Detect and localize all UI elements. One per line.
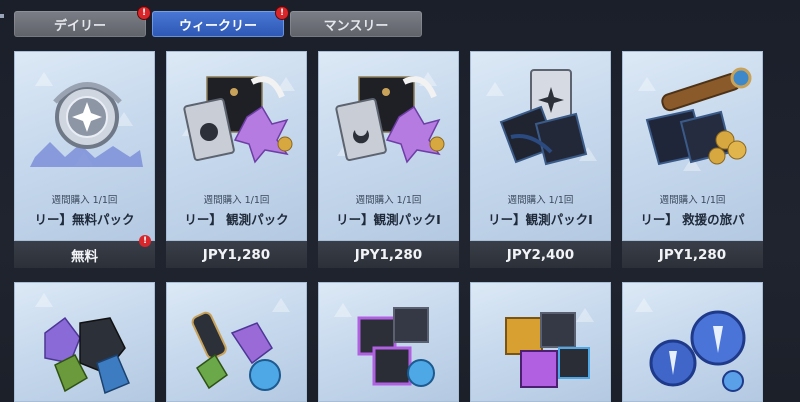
tab-weekly[interactable]: ウィークリー ! <box>152 7 288 37</box>
tab-weekly-label: ウィークリー <box>178 18 257 34</box>
gold-cube-crates-icon <box>505 312 590 388</box>
purchase-limit: 週間購入 1/1回 <box>659 195 726 206</box>
purchase-limit: 週間購入 1/1回 <box>507 195 574 206</box>
tab-monthly[interactable]: マンスリー <box>290 11 422 37</box>
pack-card-panel[interactable] <box>470 282 611 402</box>
pack-card[interactable] <box>14 282 155 402</box>
price-label: JPY2,400 <box>506 246 575 263</box>
pack-name: リー】観測パックI <box>336 212 441 227</box>
envelope-tickets-crystals-icon <box>183 76 293 164</box>
pack-card-panel[interactable] <box>318 282 459 402</box>
price-button[interactable]: JPY1,280 <box>318 241 459 268</box>
tab-weekly-alert-badge: ! <box>276 7 288 19</box>
pack-name: リー】 観測パック <box>184 212 289 227</box>
pack-card[interactable]: 週間購入 1/1回 リー】観測パックI JPY2,400 <box>470 51 611 268</box>
green-crystal-ore-icon <box>44 316 130 395</box>
pack-card[interactable]: 週間購入 1/1回 リー】 観測パック JPY1,280 <box>166 51 307 268</box>
tab-monthly-label: マンスリー <box>323 18 389 34</box>
price-button[interactable]: JPY1,280 <box>166 241 307 268</box>
pack-card-panel[interactable]: 週間購入 1/1回 リー】 観測パック <box>166 51 307 241</box>
envelope-tickets-crystals-icon <box>335 76 445 164</box>
pack-card[interactable] <box>622 282 763 402</box>
pack-card-panel[interactable]: 週間購入 1/1回 リー】無料パック <box>14 51 155 241</box>
pack-card-panel[interactable]: 週間購入 1/1回 リー】 救援の旅パ <box>622 51 763 241</box>
purchase-limit: 週間購入 1/1回 <box>51 195 118 206</box>
telescope-coins-icon <box>645 67 752 166</box>
pack-card[interactable] <box>166 282 307 402</box>
price-label: 無料 <box>71 248 98 265</box>
pack-card[interactable]: 週間購入 1/1回 リー】無料パック 無料 ! <box>14 51 155 268</box>
pack-name: リー】観測パックI <box>488 212 593 227</box>
tab-daily-label: デイリー <box>53 18 106 34</box>
tab-daily[interactable]: デイリー ! <box>14 7 150 37</box>
pack-card[interactable] <box>318 282 459 402</box>
tab-daily-alert-badge: ! <box>138 7 150 19</box>
price-button[interactable]: 無料 ! <box>14 235 155 268</box>
purchase-limit: 週間購入 1/1回 <box>355 195 422 206</box>
price-label: JPY1,280 <box>658 246 727 263</box>
pack-name: リー】無料パック <box>34 212 135 227</box>
blue-crystal-tokens-icon <box>649 310 746 392</box>
purple-cube-crates-icon <box>357 307 435 387</box>
pack-card-panel[interactable] <box>166 282 307 402</box>
green-vial-orb-icon <box>191 311 281 391</box>
pack-card-panel[interactable] <box>622 282 763 402</box>
pack-card-panel[interactable]: 週間購入 1/1回 リー】観測パックI <box>470 51 611 241</box>
price-alert-badge: ! <box>139 235 151 247</box>
silver-compass-emblem-icon <box>30 82 143 167</box>
ticket-letters-icon <box>499 69 588 166</box>
pack-card[interactable]: 週間購入 1/1回 リー】 救援の旅パ JPY1,280 <box>622 51 763 268</box>
pack-card-panel[interactable] <box>14 282 155 402</box>
purchase-limit: 週間購入 1/1回 <box>203 195 270 206</box>
price-label: JPY1,280 <box>202 246 271 263</box>
edge-indicator <box>0 14 4 18</box>
pack-name: リー】 救援の旅パ <box>640 212 745 227</box>
price-button[interactable]: JPY2,400 <box>470 241 611 268</box>
pack-card[interactable]: 週間購入 1/1回 リー】観測パックI JPY1,280 <box>318 51 459 268</box>
price-label: JPY1,280 <box>354 246 423 263</box>
pack-card[interactable] <box>470 282 611 402</box>
price-button[interactable]: JPY1,280 <box>622 241 763 268</box>
pack-card-panel[interactable]: 週間購入 1/1回 リー】観測パックI <box>318 51 459 241</box>
